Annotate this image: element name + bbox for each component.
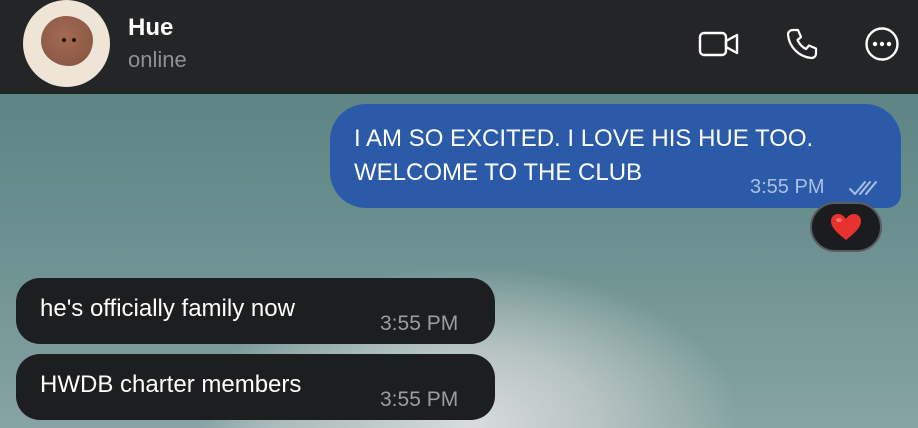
more-options-icon <box>865 27 899 61</box>
voice-call-button[interactable] <box>780 24 824 64</box>
heart-reaction[interactable]: ❤️ <box>810 202 882 252</box>
contact-status: online <box>128 47 187 72</box>
contact-name[interactable]: Hue <box>128 14 173 42</box>
more-options-button[interactable] <box>860 24 904 64</box>
message-text: HWDB charter members <box>40 371 302 398</box>
phone-icon <box>786 28 818 60</box>
chat-header: Hue online <box>0 0 918 94</box>
contact-avatar[interactable] <box>23 0 110 87</box>
avatar-image <box>41 16 93 66</box>
incoming-message[interactable]: HWDB charter members 3:55 PM <box>16 354 495 420</box>
heart-icon <box>831 214 861 240</box>
message-time: 3:55 PM <box>750 176 825 198</box>
incoming-message[interactable]: he's officially family now 3:55 PM <box>16 278 495 344</box>
message-time: 3:55 PM <box>380 388 459 411</box>
outgoing-message[interactable]: I AM SO EXCITED. I LOVE HIS HUE TOO. WEL… <box>330 104 901 208</box>
video-call-button[interactable] <box>697 24 741 64</box>
message-text: he's officially family now <box>40 295 295 322</box>
video-camera-icon <box>698 31 739 57</box>
message-time: 3:55 PM <box>380 312 459 335</box>
read-receipt-icon <box>849 181 877 195</box>
